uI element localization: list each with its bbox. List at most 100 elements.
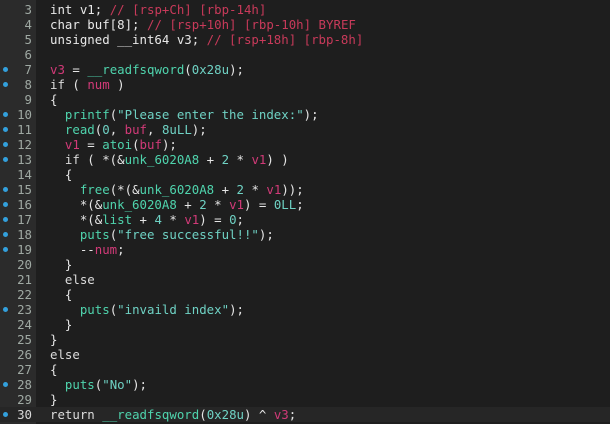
- breakpoint-dot-icon[interactable]: [3, 142, 8, 147]
- code-text: *(&unk_6020A8 + 2 * v1) = 0LL;: [50, 197, 304, 212]
- breakpoint-dot-icon[interactable]: [3, 217, 8, 222]
- code-text: char buf[8]; // [rsp+10h] [rbp-10h] BYRE…: [50, 17, 356, 32]
- code-line[interactable]: 4 char buf[8]; // [rsp+10h] [rbp-10h] BYR…: [0, 17, 610, 32]
- line-number: 21: [17, 272, 32, 287]
- code-token: if: [64, 152, 80, 167]
- code-line[interactable]: 16 *(&unk_6020A8 + 2 * v1) = 0LL;: [0, 197, 610, 212]
- line-number: 22: [17, 287, 32, 302]
- code-line[interactable]: 11 read(0, buf, 8uLL);: [0, 122, 610, 137]
- code-text: {: [50, 167, 72, 182]
- code-line[interactable]: 9{: [0, 92, 610, 107]
- code-text: *(&list + 4 * v1) = 0;: [50, 212, 244, 227]
- breakpoint-dot-icon[interactable]: [3, 187, 8, 192]
- code-token: (: [64, 77, 88, 92]
- code-token: buf: [139, 137, 162, 152]
- breakpoint-dot-icon[interactable]: [3, 82, 8, 87]
- code-line[interactable]: 18 puts("free successful!!");: [0, 227, 610, 242]
- code-line[interactable]: 28 puts("No");: [0, 377, 610, 392]
- code-text: if ( num ): [50, 77, 125, 92]
- code-line[interactable]: 19 --num;: [0, 242, 610, 257]
- code-line[interactable]: 13 if ( *(&unk_6020A8 + 2 * v1) ): [0, 152, 610, 167]
- code-text: puts("free successful!!");: [50, 227, 274, 242]
- code-line[interactable]: 5 unsigned __int64 v3; // [rsp+18h] [rbp-…: [0, 32, 610, 47]
- code-text: return __readfsqword(0x28u) ^ v3;: [50, 407, 296, 422]
- breakpoint-dot-icon[interactable]: [3, 412, 8, 417]
- breakpoint-dot-icon[interactable]: [3, 67, 8, 72]
- code-token: =: [79, 137, 103, 152]
- code-line[interactable]: 12 v1 = atoi(buf);: [0, 137, 610, 152]
- breakpoint-dot-icon[interactable]: [3, 112, 8, 117]
- code-text: }: [50, 257, 72, 272]
- code-line[interactable]: 20 }: [0, 257, 610, 272]
- code-line[interactable]: 17 *(&list + 4 * v1) = 0;: [0, 212, 610, 227]
- code-line[interactable]: 3 int v1; // [rsp+Ch] [rbp-14h]: [0, 2, 610, 17]
- breakpoint-dot-icon[interactable]: [3, 202, 8, 207]
- line-number: 26: [17, 347, 32, 362]
- code-token: {: [50, 362, 58, 377]
- line-number: 25: [17, 332, 32, 347]
- code-text: free(*(&unk_6020A8 + 2 * v1));: [50, 182, 304, 197]
- code-line[interactable]: 30 return __readfsqword(0x28u) ^ v3;: [0, 407, 610, 422]
- code-token: read: [64, 122, 95, 137]
- code-line[interactable]: 15 free(*(&unk_6020A8 + 2 * v1));: [0, 182, 610, 197]
- line-number: 28: [17, 377, 32, 392]
- code-line[interactable]: 22 {: [0, 287, 610, 302]
- code-token: ;: [296, 197, 304, 212]
- code-token: if: [50, 77, 65, 92]
- code-line[interactable]: 21 else: [0, 272, 610, 287]
- code-token: 2: [199, 197, 207, 212]
- line-number: 9: [24, 92, 32, 107]
- line-number: 14: [17, 167, 32, 182]
- code-token: ;: [117, 242, 125, 257]
- code-text: v3 = __readfsqword(0x28u);: [50, 62, 244, 77]
- code-token: );: [258, 227, 274, 242]
- code-token: }: [50, 392, 58, 407]
- code-text: int v1; // [rsp+Ch] [rbp-14h]: [50, 2, 266, 17]
- code-token: --: [50, 242, 95, 257]
- code-token: (: [199, 407, 207, 422]
- code-token: ;: [288, 407, 297, 422]
- line-number: 29: [17, 392, 32, 407]
- code-line[interactable]: 26 else: [0, 347, 610, 362]
- code-token: {: [50, 287, 73, 302]
- code-token: unsigned __int64 v3;: [50, 32, 207, 47]
- code-line[interactable]: 10 printf("Please enter the index:");: [0, 107, 610, 122]
- code-line[interactable]: 7 v3 = __readfsqword(0x28u);: [0, 62, 610, 77]
- breakpoint-dot-icon[interactable]: [3, 307, 8, 312]
- code-text: {: [50, 92, 57, 107]
- code-token: ( *(&: [79, 152, 125, 167]
- breakpoint-dot-icon[interactable]: [3, 232, 8, 237]
- code-text: v1 = atoi(buf);: [50, 137, 177, 152]
- pseudocode-view[interactable]: 3 int v1; // [rsp+Ch] [rbp-14h] 4 char buf[…: [0, 0, 610, 424]
- line-number: 17: [17, 212, 32, 227]
- breakpoint-dot-icon[interactable]: [3, 127, 8, 132]
- code-text: }: [50, 332, 57, 347]
- code-line[interactable]: 25}: [0, 332, 610, 347]
- line-number: 23: [17, 302, 32, 317]
- code-text: }: [50, 392, 57, 407]
- line-number: 8: [24, 77, 32, 92]
- code-token: else: [64, 272, 95, 287]
- code-token: }: [50, 317, 73, 332]
- code-token: v1: [251, 152, 267, 167]
- line-number: 4: [24, 17, 32, 32]
- breakpoint-dot-icon[interactable]: [3, 157, 8, 162]
- breakpoint-dot-icon[interactable]: [3, 247, 8, 252]
- code-line[interactable]: 6: [0, 47, 610, 62]
- code-text: else: [50, 272, 95, 287]
- code-line[interactable]: 29}: [0, 392, 610, 407]
- code-line[interactable]: 23 puts("invaild index");: [0, 302, 610, 317]
- code-token: );: [191, 122, 207, 137]
- code-token: *(&: [50, 197, 103, 212]
- code-token: 0x28u: [191, 62, 230, 77]
- code-line[interactable]: 27 {: [0, 362, 610, 377]
- line-number: 24: [17, 317, 32, 332]
- code-line[interactable]: 24 }: [0, 317, 610, 332]
- code-line[interactable]: 8 if ( num ): [0, 77, 610, 92]
- code-token: v1: [229, 197, 244, 212]
- breakpoint-dot-icon[interactable]: [3, 382, 8, 387]
- code-line[interactable]: 14 {: [0, 167, 610, 182]
